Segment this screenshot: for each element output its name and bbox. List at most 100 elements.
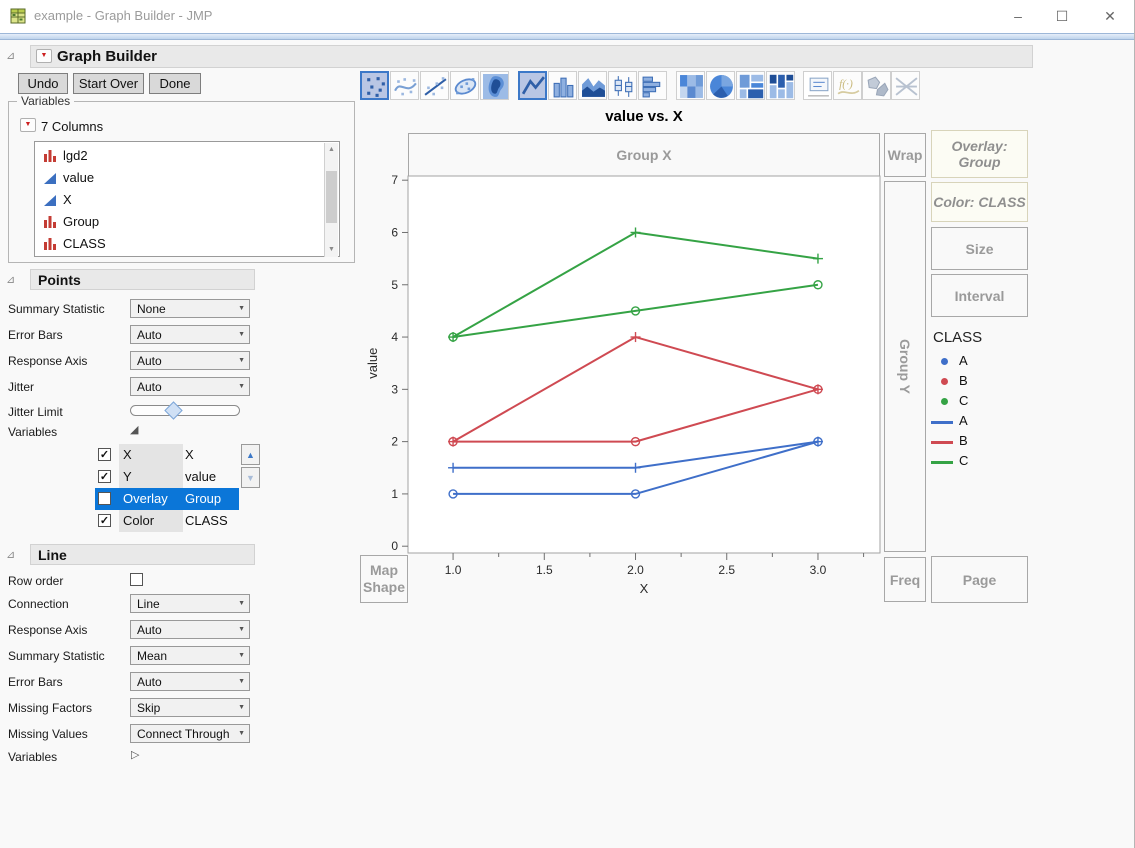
missing-factors-dropdown[interactable]: Skip ▼	[130, 698, 250, 717]
nominal-column-icon	[44, 238, 56, 250]
svg-text:2.0: 2.0	[627, 563, 644, 577]
ellipse-element-icon[interactable]	[450, 71, 479, 100]
done-button[interactable]: Done	[149, 73, 201, 94]
parallel-plot-element-icon[interactable]	[891, 71, 920, 100]
role-move-down-button[interactable]: ▼	[241, 467, 260, 488]
line-connection-dropdown[interactable]: Line ▼	[130, 594, 250, 613]
column-item-group[interactable]: Group	[35, 211, 325, 233]
size-drop-zone[interactable]: Size	[931, 227, 1028, 270]
points-disclosure-icon[interactable]: ⊿	[6, 273, 15, 286]
legend-line-swatch	[931, 441, 953, 444]
close-button[interactable]: ✕	[1093, 4, 1127, 28]
role-color-checkbox[interactable]: ✓	[98, 514, 111, 527]
graph-builder-disclosure-icon[interactable]: ⊿	[6, 49, 15, 62]
role-row-overlay[interactable]: Overlay Group	[95, 488, 239, 510]
formula-element-icon[interactable]: f(·)	[833, 71, 862, 100]
jmp-graph-builder-window: example - Graph Builder - JMP – ☐ ✕ ⊿ ▼ …	[0, 0, 1135, 848]
histogram-element-icon[interactable]	[638, 71, 667, 100]
graph-builder-title: Graph Builder	[57, 48, 158, 65]
page-drop-zone[interactable]: Page	[931, 556, 1028, 603]
line-element-icon[interactable]	[518, 71, 547, 100]
jitter-label: Jitter	[8, 380, 35, 394]
row-order-checkbox[interactable]	[130, 573, 143, 586]
column-item-lgd2[interactable]: lgd2	[35, 145, 325, 167]
line-variables-collapsed-icon[interactable]: ▷	[131, 748, 139, 761]
dropdown-arrow-icon: ▼	[238, 600, 245, 607]
missing-factors-label: Missing Factors	[8, 701, 93, 715]
heatmap-element-icon[interactable]	[676, 71, 705, 100]
minimize-button[interactable]: –	[1001, 4, 1035, 28]
color-drop-zone[interactable]: Color: CLASS	[931, 182, 1028, 222]
dropdown-arrow-icon: ▼	[238, 626, 245, 633]
missing-values-dropdown[interactable]: Connect Through ▼	[130, 724, 250, 743]
overlay-drop-zone[interactable]: Overlay: Group	[931, 130, 1028, 178]
columns-red-triangle-icon[interactable]: ▼	[20, 118, 36, 132]
points-jitter-dropdown[interactable]: Auto ▼	[130, 377, 250, 396]
svg-text:value: value	[365, 348, 380, 379]
column-item-class[interactable]: CLASS	[35, 233, 325, 255]
column-item-value[interactable]: value	[35, 167, 325, 189]
caption-box-element-icon[interactable]	[803, 71, 832, 100]
points-error-bars-dropdown[interactable]: Auto ▼	[130, 325, 250, 344]
dropdown-arrow-icon: ▼	[238, 730, 245, 737]
group-y-drop-zone[interactable]: Group Y	[884, 181, 926, 552]
freq-drop-zone[interactable]: Freq	[884, 557, 926, 602]
svg-text:7: 7	[391, 173, 398, 187]
line-disclosure-icon[interactable]: ⊿	[6, 548, 15, 561]
points-variables-expanded-icon[interactable]: ◢	[130, 423, 138, 436]
chart-title: value vs. X	[605, 108, 683, 125]
jitter-limit-slider[interactable]	[130, 405, 240, 416]
pie-element-icon[interactable]	[706, 71, 735, 100]
group-x-drop-zone[interactable]: Group X	[408, 133, 880, 177]
smoother-element-icon[interactable]	[390, 71, 419, 100]
legend-line-swatch	[931, 421, 953, 424]
role-overlay-checkbox[interactable]	[98, 492, 111, 505]
treemap-element-icon[interactable]	[736, 71, 765, 100]
interval-drop-zone[interactable]: Interval	[931, 274, 1028, 317]
continuous-column-icon	[44, 173, 56, 184]
points-summary-statistic-dropdown[interactable]: None ▼	[130, 299, 250, 318]
role-move-up-button[interactable]: ▲	[241, 444, 260, 465]
role-y-checkbox[interactable]: ✓	[98, 470, 111, 483]
line-response-axis-dropdown[interactable]: Auto ▼	[130, 620, 250, 639]
points-response-axis-dropdown[interactable]: Auto ▼	[130, 351, 250, 370]
line-of-fit-element-icon[interactable]	[420, 71, 449, 100]
columns-scrollbar[interactable]: ▲ ▼	[324, 143, 338, 257]
points-element-icon[interactable]	[360, 71, 389, 100]
red-triangle-menu-icon[interactable]: ▼	[36, 49, 52, 63]
line-summary-statistic-dropdown[interactable]: Mean ▼	[130, 646, 250, 665]
contour-density-element-icon[interactable]	[480, 71, 509, 100]
scroll-down-icon[interactable]: ▼	[325, 243, 338, 257]
role-row-color[interactable]: ✓ Color CLASS	[95, 510, 239, 532]
wrap-drop-zone[interactable]: Wrap	[884, 133, 926, 177]
role-row-x[interactable]: ✓ X X	[95, 444, 239, 466]
area-element-icon[interactable]	[578, 71, 607, 100]
maximize-button[interactable]: ☐	[1045, 4, 1079, 28]
legend-dot-swatch	[941, 398, 948, 405]
role-row-y[interactable]: ✓ Y value	[95, 466, 239, 488]
svg-text:1: 1	[391, 487, 398, 501]
continuous-column-icon	[44, 195, 56, 206]
map-shapes-element-icon[interactable]	[862, 71, 891, 100]
column-item-x[interactable]: X	[35, 189, 325, 211]
bar-element-icon[interactable]	[548, 71, 577, 100]
columns-listbox[interactable]: lgd2 value X Group CLASS ▲ ▼	[34, 141, 340, 257]
variables-group-title: Variables	[17, 94, 75, 108]
svg-text:3: 3	[391, 382, 398, 396]
line-variables-label: Variables	[8, 750, 58, 764]
role-x-checkbox[interactable]: ✓	[98, 448, 111, 461]
dropdown-arrow-icon: ▼	[238, 357, 245, 364]
box-plot-element-icon[interactable]	[608, 71, 637, 100]
dropdown-arrow-icon: ▼	[238, 331, 245, 338]
mosaic-element-icon[interactable]	[766, 71, 795, 100]
scroll-up-icon[interactable]: ▲	[325, 143, 338, 157]
line-summary-statistic-label: Summary Statistic	[8, 649, 105, 663]
points-panel-title: Points	[38, 272, 81, 288]
scrollbar-thumb[interactable]	[326, 171, 337, 223]
start-over-button[interactable]: Start Over	[73, 73, 144, 94]
points-variables-label: Variables	[8, 425, 58, 439]
plot-area[interactable]: 0 1 2 3 4 5 6 7 1.0 1.5 2.0 2.5 3.0 Xvalue	[365, 172, 884, 600]
line-error-bars-dropdown[interactable]: Auto ▼	[130, 672, 250, 691]
undo-button[interactable]: Undo	[18, 73, 68, 94]
legend-line-swatch	[931, 461, 953, 464]
